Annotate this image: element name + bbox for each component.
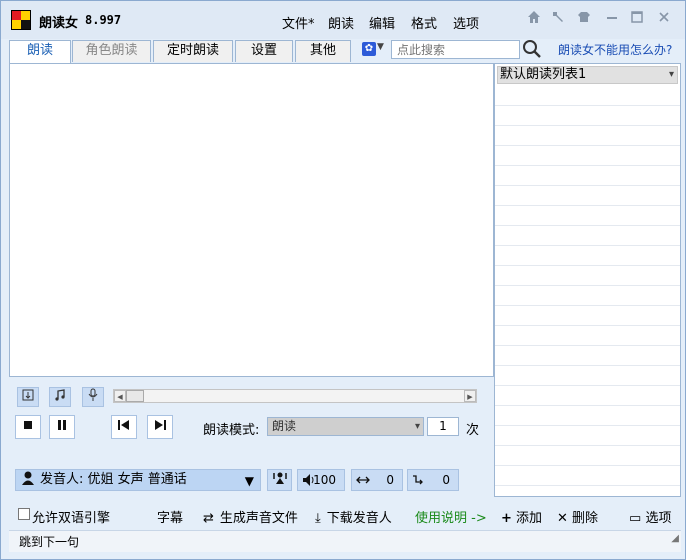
repeat-count-input[interactable]: 1 <box>427 417 459 436</box>
app-version: 8.997 <box>85 13 122 27</box>
volume-value: 100 <box>313 473 336 487</box>
speed-value: 0 <box>386 473 394 487</box>
tab-read[interactable]: 朗读 <box>9 40 71 63</box>
resize-grip-icon[interactable]: ◢ <box>671 528 679 550</box>
voice-wave-icon <box>272 470 288 492</box>
list-options-button[interactable]: ▭ 选项 <box>629 507 671 526</box>
speaker-select[interactable]: 发音人: 优姐 女声 普通话 ▼ <box>15 469 261 491</box>
progress-scrollbar[interactable]: ◀ ▶ <box>113 389 477 403</box>
scroll-thumb[interactable] <box>126 390 144 402</box>
mode-label: 朗读模式: <box>203 423 260 438</box>
menu-options[interactable]: 选项 <box>453 13 479 32</box>
maximize-icon[interactable] <box>628 10 646 28</box>
player-controls: ◀ ▶ 朗读模式: 朗读 ▾ 1 次 发音人: 优姐 女声 普通话 ▼ 100 … <box>9 377 494 527</box>
search-input[interactable] <box>391 40 520 59</box>
mode-value: 朗读 <box>272 419 297 433</box>
reading-list-select[interactable]: 默认朗读列表1 ▾ <box>497 66 678 84</box>
speaker-label: 发音人: 优姐 女声 普通话 <box>40 472 187 487</box>
reading-list-value: 默认朗读列表1 <box>500 67 587 82</box>
pitch-icon <box>412 470 426 493</box>
plus-icon: + <box>501 511 512 526</box>
chevron-right-icon[interactable]: ▶ <box>464 390 476 402</box>
mode-select[interactable]: 朗读 ▾ <box>267 417 424 436</box>
chevron-down-icon: ▾ <box>668 69 674 80</box>
tab-other[interactable]: 其他 <box>295 40 351 62</box>
menu-format[interactable]: 格式 <box>411 13 437 32</box>
convert-icon: ⇄ <box>203 511 214 526</box>
bilingual-label[interactable]: 允许双语引擎 <box>32 507 110 526</box>
status-bar: 跳到下一句 ◢ <box>9 530 681 552</box>
microphone-icon[interactable] <box>82 387 104 407</box>
title-bar: 朗读女 8.997 文件* 朗读 编辑 格式 选项 <box>1 1 685 39</box>
person-icon <box>21 470 35 493</box>
download-icon: ⤓ <box>315 511 321 526</box>
close-icon[interactable] <box>655 10 673 28</box>
generate-audio-button[interactable]: ⇄ 生成声音文件 <box>203 507 298 526</box>
help-link[interactable]: 朗读女不能用怎么办? <box>558 41 672 58</box>
menu-file[interactable]: 文件* <box>282 13 315 32</box>
list-delete-button[interactable]: ✕ 删除 <box>557 507 598 526</box>
reading-list[interactable] <box>495 86 680 496</box>
close-icon: ✕ <box>557 511 568 526</box>
search-icon[interactable] <box>522 39 542 59</box>
voice-effect-button[interactable] <box>267 469 292 491</box>
chevron-down-icon: ▾ <box>414 421 420 432</box>
text-editor[interactable] <box>9 63 494 377</box>
stop-button[interactable] <box>15 415 41 439</box>
bilingual-checkbox[interactable] <box>18 508 30 520</box>
chevron-left-icon[interactable]: ◀ <box>114 390 126 402</box>
menu-read[interactable]: 朗读 <box>328 13 354 32</box>
home-icon[interactable] <box>525 10 543 28</box>
previous-button[interactable] <box>111 415 137 439</box>
tab-settings[interactable]: 设置 <box>235 40 293 62</box>
main-window: 朗读女 8.997 文件* 朗读 编辑 格式 选项 朗读 角色朗读 定时朗读 设… <box>0 0 686 560</box>
app-logo <box>11 10 31 30</box>
download-voice-button[interactable]: ⤓ 下载发音人 <box>315 507 392 526</box>
tools-icon[interactable] <box>549 10 567 28</box>
subtitle-button[interactable]: 字幕 <box>157 507 183 526</box>
pitch-value: 0 <box>442 473 450 487</box>
next-button[interactable] <box>147 415 173 439</box>
instructions-link[interactable]: 使用说明 -> <box>415 507 487 526</box>
reading-list-pane: 默认朗读列表1 ▾ <box>494 63 681 497</box>
status-text: 跳到下一句 <box>19 535 80 549</box>
repeat-unit: 次 <box>466 423 480 438</box>
app-title: 朗读女 <box>39 16 79 31</box>
window-icon: ▭ <box>629 511 642 526</box>
menu-edit[interactable]: 编辑 <box>369 13 395 32</box>
chevron-down-icon[interactable]: ▼ <box>377 42 384 52</box>
volume-control[interactable]: 100 <box>297 469 345 491</box>
tab-role-read[interactable]: 角色朗读 <box>72 40 151 62</box>
minimize-icon[interactable] <box>603 10 621 28</box>
chevron-down-icon: ▼ <box>244 474 254 488</box>
music-icon[interactable] <box>49 387 71 407</box>
search-engine-icon[interactable]: ✿ <box>362 42 376 56</box>
speed-control[interactable]: 0 <box>351 469 403 491</box>
pause-button[interactable] <box>49 415 75 439</box>
skin-icon[interactable] <box>575 10 593 28</box>
tab-scheduled-read[interactable]: 定时朗读 <box>153 40 233 62</box>
pitch-control[interactable]: 0 <box>407 469 459 491</box>
open-doc-icon[interactable] <box>17 387 39 407</box>
list-add-button[interactable]: + 添加 <box>501 507 542 526</box>
speed-icon <box>356 470 370 493</box>
